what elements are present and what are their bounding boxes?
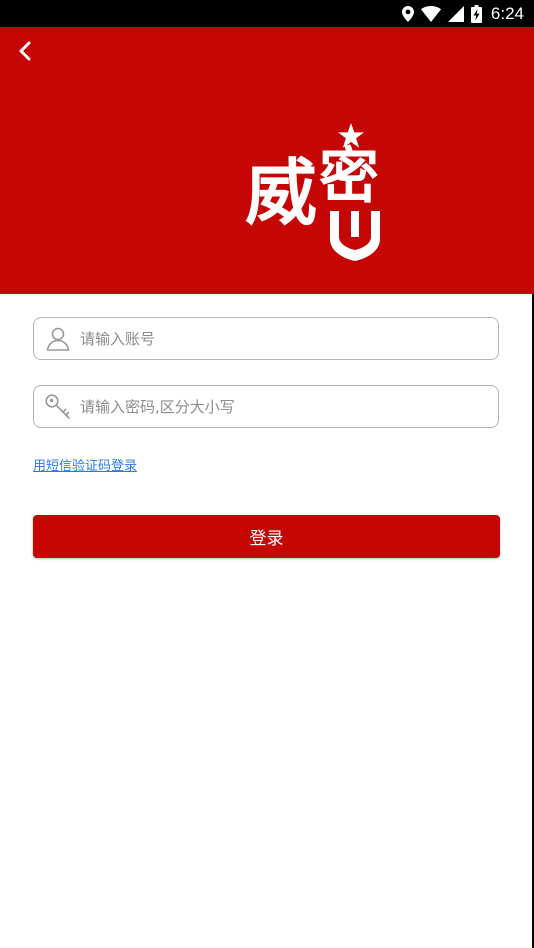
password-field[interactable] (33, 385, 499, 428)
sms-login-link[interactable]: 用短信验证码登录 (33, 455, 137, 474)
logo-char-1: 威 (245, 150, 318, 235)
login-button[interactable]: 登录 (33, 515, 500, 558)
location-icon (401, 5, 414, 22)
status-time: 6:24 (490, 3, 524, 23)
wifi-icon (420, 5, 441, 22)
header-banner: 威 密 (0, 27, 534, 294)
user-icon (44, 325, 72, 353)
account-field[interactable] (33, 317, 499, 360)
logo-shield-icon (327, 209, 383, 265)
app-logo: 威 密 (243, 123, 391, 263)
battery-charging-icon (470, 4, 482, 23)
key-icon (44, 393, 72, 421)
back-button[interactable] (12, 39, 38, 67)
password-input[interactable] (80, 386, 490, 427)
logo-char-2: 密 (319, 142, 379, 212)
account-input[interactable] (80, 318, 490, 359)
chevron-left-icon (18, 41, 32, 65)
status-icons: 6:24 (401, 0, 524, 27)
signal-icon (447, 5, 464, 22)
status-bar: 6:24 (0, 0, 534, 27)
